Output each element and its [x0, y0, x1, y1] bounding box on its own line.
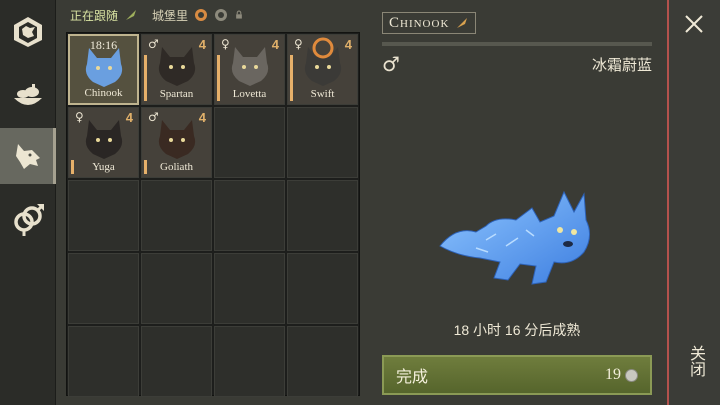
wolf-age: 4 [125, 110, 133, 125]
empty-slot [141, 253, 212, 324]
wolf-name-label: Goliath [160, 161, 193, 173]
empty-slot [287, 326, 358, 397]
male-icon: ♂ [382, 52, 400, 76]
empty-slot [214, 326, 285, 397]
wolf-slot-3[interactable]: ♀ 4 Swift [287, 34, 358, 105]
rename-feather-icon[interactable] [455, 16, 469, 30]
female-icon: ♀ [294, 37, 303, 51]
breed-label: 冰霜蔚蓝 [591, 57, 652, 74]
wolf-slot-4[interactable]: ♀ 4 Yuga [68, 107, 139, 178]
empty-slot [141, 326, 212, 397]
wolf-age: 4 [344, 37, 352, 52]
wolf-slot-5[interactable]: ♂ 4 Goliath [141, 107, 212, 178]
following-feather-icon [126, 10, 137, 20]
wolf-slot-1[interactable]: ♂ 4 Spartan [141, 34, 212, 105]
finish-cost: 19 [605, 366, 638, 384]
wolf-portrait [231, 47, 268, 86]
wolf-head-icon [16, 144, 40, 169]
close-icon[interactable] [684, 14, 704, 34]
paw-badge-icon [195, 9, 208, 21]
wolf-badge-icon [215, 9, 228, 21]
maturity-time: 18 小时 16 分后成熟 [453, 322, 581, 338]
close-label[interactable]: 关闭 [686, 345, 704, 377]
wolf-portrait [85, 120, 122, 159]
wolf-age: 4 [198, 110, 206, 125]
coin-icon [625, 368, 638, 382]
wolf-pup-image [439, 190, 590, 285]
tab-castle[interactable] [0, 4, 56, 60]
empty-slot [214, 253, 285, 324]
empty-slot [214, 107, 285, 178]
male-icon: ♂ [148, 37, 159, 51]
wolf-timer: 18:16 [89, 38, 118, 52]
male-icon: ♂ [148, 110, 159, 124]
wolf-name-label: Spartan [159, 88, 194, 100]
empty-slot [68, 180, 139, 251]
divider [382, 42, 652, 46]
finish-cost-value: 19 [605, 366, 621, 383]
food-bowl-icon [14, 84, 42, 105]
wolf-name-label: Lovetta [232, 88, 267, 100]
female-icon: ♀ [75, 110, 84, 124]
tab-rail [0, 0, 56, 405]
breeding-gender-icon [14, 203, 45, 236]
empty-slot [141, 180, 212, 251]
empty-slot [287, 180, 358, 251]
status-line: 正在跟随 城堡里 [70, 6, 244, 24]
wolf-name-label: Swift [310, 88, 335, 100]
wolf-name-label: Yuga [92, 161, 115, 173]
empty-slot [287, 107, 358, 178]
tab-breeding[interactable] [0, 192, 56, 248]
wolf-portrait [158, 47, 195, 86]
empty-slot [214, 180, 285, 251]
location-label: 城堡里 [152, 8, 189, 23]
empty-slot [68, 253, 139, 324]
castle-wolf-icon [14, 17, 42, 47]
empty-slot [287, 253, 358, 324]
following-label: 正在跟随 [70, 8, 119, 23]
wolf-slot-0[interactable]: 18:16 Chinook [68, 34, 139, 105]
tab-food[interactable] [0, 68, 56, 124]
finish-button[interactable]: 完成 19 [382, 355, 652, 395]
empty-slot [68, 326, 139, 397]
wolf-age: 4 [198, 37, 206, 52]
female-icon: ♀ [221, 37, 230, 51]
wolf-portrait [158, 120, 195, 159]
wolf-name-box[interactable]: Chinook [382, 12, 477, 34]
tab-wolves[interactable] [0, 128, 56, 184]
finish-label: 完成 [396, 369, 429, 386]
wolf-grid: 18:16 Chinook ♂ 4 Spartan ♀ 4 Lovetta ♀ 4 Swift ♀ 4 Y… [66, 32, 360, 397]
wolf-age: 4 [271, 37, 279, 52]
wolf-slot-2[interactable]: ♀ 4 Lovetta [214, 34, 285, 105]
leader-badge-icon [312, 37, 333, 59]
wolf-name-label: Chinook [84, 87, 123, 99]
wolf-name: Chinook [389, 14, 450, 31]
lock-icon [236, 10, 242, 19]
